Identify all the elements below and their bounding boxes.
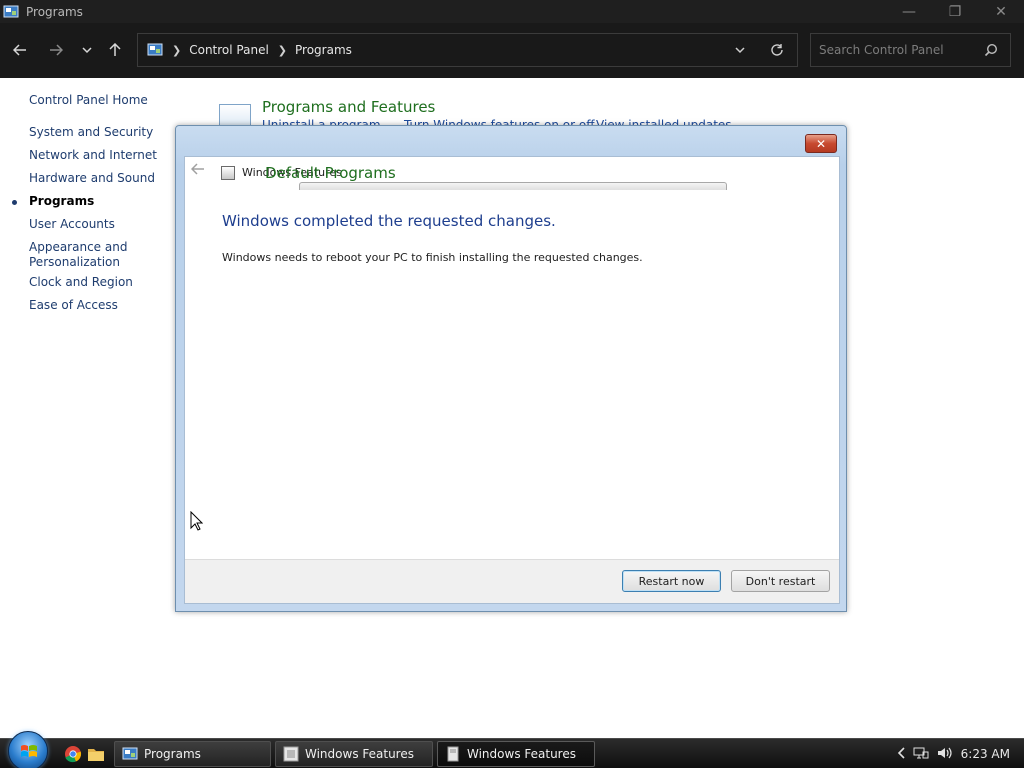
taskbar: Programs Windows Features Windows Featur… bbox=[0, 731, 1024, 768]
windows-features-icon bbox=[221, 166, 235, 180]
taskbar-item-label: Windows Features bbox=[305, 747, 414, 761]
restart-now-button[interactable]: Restart now bbox=[622, 570, 721, 592]
chevron-down-icon bbox=[82, 46, 92, 53]
refresh-icon bbox=[771, 44, 783, 56]
address-history-button[interactable] bbox=[725, 34, 755, 66]
control-panel-home-link[interactable]: Control Panel Home bbox=[29, 93, 148, 107]
back-arrow-icon bbox=[13, 44, 26, 56]
forward-button[interactable] bbox=[45, 39, 67, 61]
minimize-button[interactable]: — bbox=[886, 0, 932, 23]
search-input[interactable] bbox=[819, 43, 979, 57]
windows-features-icon bbox=[283, 746, 299, 762]
taskbar-item-windows-features-active[interactable]: Windows Features bbox=[437, 741, 595, 767]
system-tray: 6:23 AM bbox=[897, 739, 1024, 768]
control-panel-icon bbox=[3, 5, 19, 19]
forward-arrow-icon bbox=[50, 44, 63, 56]
navigation-bar: ❯ Control Panel ❯ Programs bbox=[0, 23, 1024, 78]
sidebar-item-ease-of-access[interactable]: Ease of Access bbox=[29, 298, 118, 313]
system-clock[interactable]: 6:23 AM bbox=[961, 747, 1010, 761]
start-button[interactable] bbox=[8, 731, 48, 768]
breadcrumb-programs[interactable]: Programs bbox=[295, 43, 352, 57]
default-programs-heading: Default Programs bbox=[265, 164, 396, 182]
sidebar-item-system-and-security[interactable]: System and Security bbox=[29, 125, 153, 140]
chevron-down-icon bbox=[735, 46, 745, 53]
active-item-bullet bbox=[12, 200, 17, 205]
up-button[interactable] bbox=[104, 39, 126, 61]
sidebar-item-hardware-and-sound[interactable]: Hardware and Sound bbox=[29, 171, 155, 186]
breadcrumb-separator-icon[interactable]: ❯ bbox=[172, 44, 181, 57]
taskbar-item-programs[interactable]: Programs bbox=[114, 741, 271, 767]
sidebar-item-network-and-internet[interactable]: Network and Internet bbox=[29, 148, 157, 163]
volume-icon[interactable] bbox=[937, 746, 953, 763]
back-button[interactable] bbox=[9, 39, 31, 61]
title-progress-bar bbox=[299, 182, 727, 190]
breadcrumb-separator-icon[interactable]: ❯ bbox=[278, 44, 287, 57]
show-hidden-icons-chevron-icon[interactable] bbox=[897, 746, 905, 762]
control-panel-icon bbox=[147, 43, 163, 57]
search-box[interactable] bbox=[810, 33, 1011, 67]
taskbar-item-label: Windows Features bbox=[467, 747, 576, 761]
control-panel-icon bbox=[122, 746, 138, 762]
window-title: Programs bbox=[26, 4, 83, 19]
mouse-cursor-icon bbox=[190, 510, 204, 534]
sidebar-item-appearance-and-personalization[interactable]: Appearance and Personalization bbox=[29, 240, 149, 270]
address-bar[interactable]: ❯ Control Panel ❯ Programs bbox=[137, 33, 798, 67]
completion-heading: Windows completed the requested changes. bbox=[222, 212, 556, 230]
maximize-button[interactable]: ❐ bbox=[932, 0, 978, 23]
sidebar-item-programs[interactable]: Programs bbox=[29, 194, 94, 209]
dialog-footer: Restart now Don't restart bbox=[185, 559, 839, 603]
dialog-header: Windows Features Default Programs bbox=[185, 157, 839, 190]
dont-restart-button[interactable]: Don't restart bbox=[731, 570, 830, 592]
search-icon[interactable] bbox=[984, 43, 998, 57]
reboot-message: Windows needs to reboot your PC to finis… bbox=[222, 251, 643, 264]
breadcrumb-control-panel[interactable]: Control Panel bbox=[189, 43, 269, 57]
programs-and-features-heading[interactable]: Programs and Features bbox=[262, 98, 435, 116]
file-explorer-icon[interactable] bbox=[87, 745, 105, 763]
windows-features-dialog: ✕ Windows Features Default Programs Wind… bbox=[175, 125, 847, 612]
windows-logo-icon bbox=[21, 745, 37, 757]
windows-features-icon bbox=[445, 746, 461, 762]
up-arrow-icon bbox=[109, 43, 121, 56]
sidebar-item-user-accounts[interactable]: User Accounts bbox=[29, 217, 115, 232]
dialog-close-button[interactable]: ✕ bbox=[805, 134, 837, 153]
window-titlebar: Programs — ❐ ✕ bbox=[0, 0, 1024, 23]
network-icon[interactable] bbox=[913, 746, 929, 763]
back-arrow-icon[interactable] bbox=[190, 163, 205, 179]
close-button[interactable]: ✕ bbox=[978, 0, 1024, 23]
recent-locations-button[interactable] bbox=[76, 39, 98, 61]
chrome-icon[interactable] bbox=[64, 745, 82, 763]
dialog-content: Windows Features Default Programs Window… bbox=[184, 156, 840, 604]
taskbar-item-label: Programs bbox=[144, 747, 201, 761]
refresh-button[interactable] bbox=[762, 34, 792, 66]
taskbar-item-windows-features[interactable]: Windows Features bbox=[275, 741, 433, 767]
sidebar-item-clock-and-region[interactable]: Clock and Region bbox=[29, 275, 133, 290]
